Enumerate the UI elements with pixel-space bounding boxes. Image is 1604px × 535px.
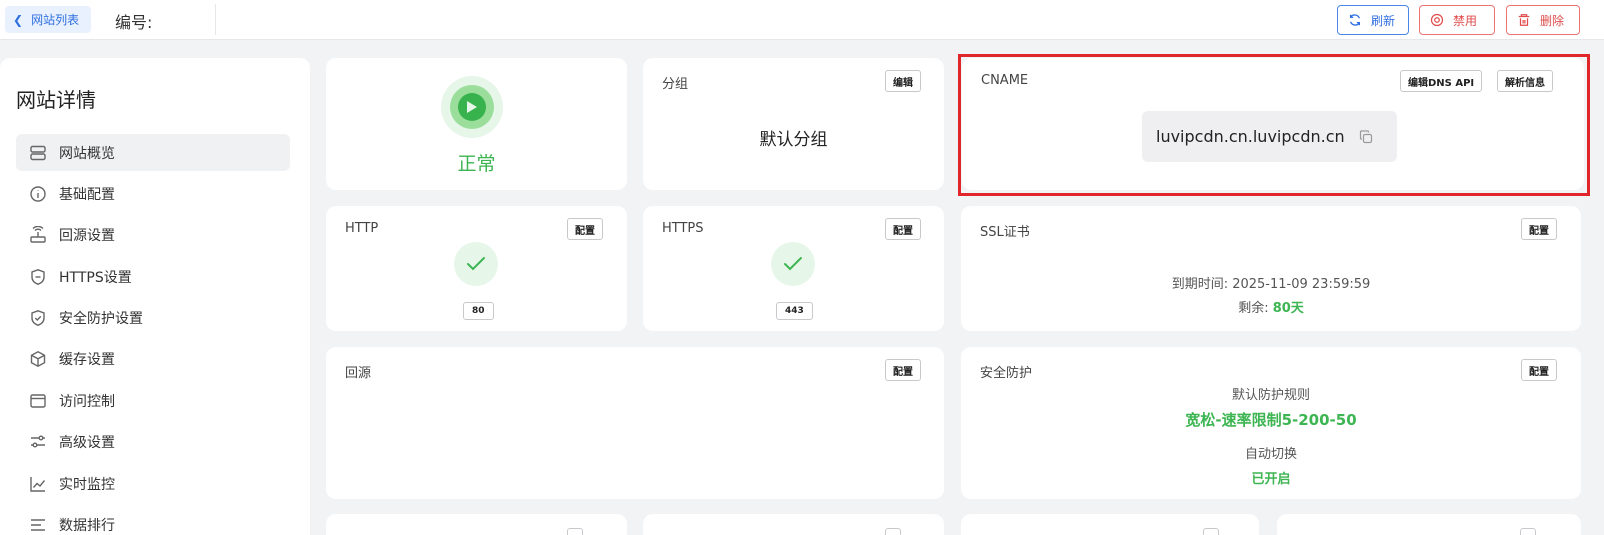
http-config-button[interactable]: 配置 [567,218,603,240]
back-button-label: 网站列表 [31,13,80,27]
sidebar-item-cache-settings[interactable]: 缓存设置 [16,341,290,378]
sidebar-item-label: 安全防护设置 [59,311,143,328]
sidebar-item-https-settings[interactable]: HTTPS设置 [16,258,290,295]
delete-label: 删除 [1540,13,1565,28]
trash-icon [1518,14,1530,26]
stop-circle-icon [1430,13,1444,27]
bottom-card-1 [326,514,627,535]
bottom-card-2-button[interactable] [885,528,901,535]
sidebar-item-security-settings[interactable]: 安全防护设置 [16,300,290,337]
chart-line-icon [30,476,46,492]
status-card: 正常 [326,58,627,190]
list-icon [31,519,45,531]
group-card-title: 分组 [662,77,689,92]
security-config-button[interactable]: 配置 [1521,359,1557,381]
back-to-site-list-button[interactable]: ❮ 网站列表 [5,6,92,33]
https-card-title: HTTPS [662,221,704,236]
security-card-title: 安全防护 [980,366,1033,381]
sidebar-item-data-ranking[interactable]: 数据排行 [16,507,290,535]
https-check-icon [771,242,815,286]
sidebar-item-label: 数据排行 [59,518,115,535]
sidebar-item-label: 高级设置 [59,435,115,452]
header-divider [215,4,216,35]
sidebar-item-label: 网站概览 [59,145,115,162]
status-text: 正常 [457,153,496,175]
window-icon [30,394,46,408]
http-card-title: HTTP [345,221,379,236]
https-port-badge: 443 [776,302,813,320]
bottom-card-3 [961,514,1259,535]
disable-label: 禁用 [1453,13,1478,28]
auto-switch-label: 自动切换 [1244,447,1297,462]
sidebar-item-overview[interactable]: 网站概览 [16,134,290,171]
http-card: HTTP 配置 80 [326,206,627,331]
bottom-card-4 [1277,514,1581,535]
info-icon [30,186,46,202]
group-card: 分组 编辑 默认分组 [643,58,944,190]
sidebar-item-label: 基础配置 [59,186,115,203]
origin-card: 回源 配置 [326,347,944,499]
refresh-label: 刷新 [1371,13,1396,28]
refresh-button[interactable]: 刷新 [1337,5,1409,35]
security-rule-value: 宽松-速率限制5-200-50 [1185,411,1357,429]
ssl-card-title: SSL证书 [980,225,1030,240]
bottom-card-2 [643,514,944,535]
security-rule-label: 默认防护规则 [1231,388,1310,403]
ssl-remaining-label: 剩余: [1238,301,1269,316]
bottom-card-4-button[interactable] [1520,528,1536,535]
http-check-icon [454,242,498,286]
origin-card-title: 回源 [345,366,372,381]
group-edit-button[interactable]: 编辑 [885,70,921,92]
bottom-card-3-button[interactable] [1203,528,1219,535]
bottom-card-1-button[interactable] [567,528,583,535]
sidebar-item-origin-settings[interactable]: 回源设置 [16,217,290,254]
sidebar-item-label: 缓存设置 [59,352,115,369]
cube-icon [30,351,46,368]
router-icon [30,226,46,243]
status-play-icon [441,76,503,138]
site-number-label: 编号: [115,13,153,32]
ssl-expire-line: 到期时间: 2025-11-09 23:59:59 [961,273,1581,292]
refresh-icon [1349,14,1361,26]
ssl-config-button[interactable]: 配置 [1521,218,1557,240]
sliders-icon [31,435,45,448]
sidebar-menu: 网站概览 基础配置 回源设置 HTTPS设置 安全防护设置 缓存设置 访问控制 [16,134,290,535]
highlight-frame [958,54,1590,196]
sidebar-item-advanced-settings[interactable]: 高级设置 [16,424,290,461]
https-config-button[interactable]: 配置 [885,218,921,240]
site-detail-sidebar: 网站详情 网站概览 基础配置 回源设置 HTTPS设置 安全防护设置 缓存设置 … [0,58,310,535]
sidebar-item-label: 回源设置 [59,228,115,245]
https-card: HTTPS 配置 443 [643,206,944,331]
shield-check-icon [31,310,45,327]
group-value: 默认分组 [759,130,828,150]
disable-button[interactable]: 禁用 [1419,5,1495,35]
http-port-badge: 80 [463,302,494,320]
sidebar-item-basic-config[interactable]: 基础配置 [16,175,290,212]
sidebar-item-access-control[interactable]: 访问控制 [16,382,290,419]
security-card: 安全防护 配置 默认防护规则 宽松-速率限制5-200-50 自动切换 已开启 [961,347,1581,499]
sidebar-item-realtime-monitor[interactable]: 实时监控 [16,465,290,502]
server-icon [30,145,46,160]
sidebar-title: 网站详情 [16,88,96,112]
top-bar: ❮ 网站列表 编号: 刷新 禁用 删除 [0,0,1604,40]
ssl-remaining-line: 剩余: 80天 [961,297,1581,316]
origin-config-button[interactable]: 配置 [885,359,921,381]
chevron-left-icon: ❮ [13,12,24,27]
sidebar-item-label: 实时监控 [59,476,115,493]
auto-switch-value: 已开启 [1251,472,1291,487]
sidebar-item-label: HTTPS设置 [59,269,132,286]
sidebar-item-label: 访问控制 [59,393,115,410]
ssl-remaining-value: 80天 [1272,301,1304,316]
ssl-card: SSL证书 配置 到期时间: 2025-11-09 23:59:59 剩余: 8… [961,206,1581,331]
delete-button[interactable]: 删除 [1506,5,1580,35]
ssl-expire-value: 2025-11-09 23:59:59 [1232,277,1371,292]
ssl-expire-label: 到期时间: [1171,277,1229,292]
shield-icon [31,268,45,285]
